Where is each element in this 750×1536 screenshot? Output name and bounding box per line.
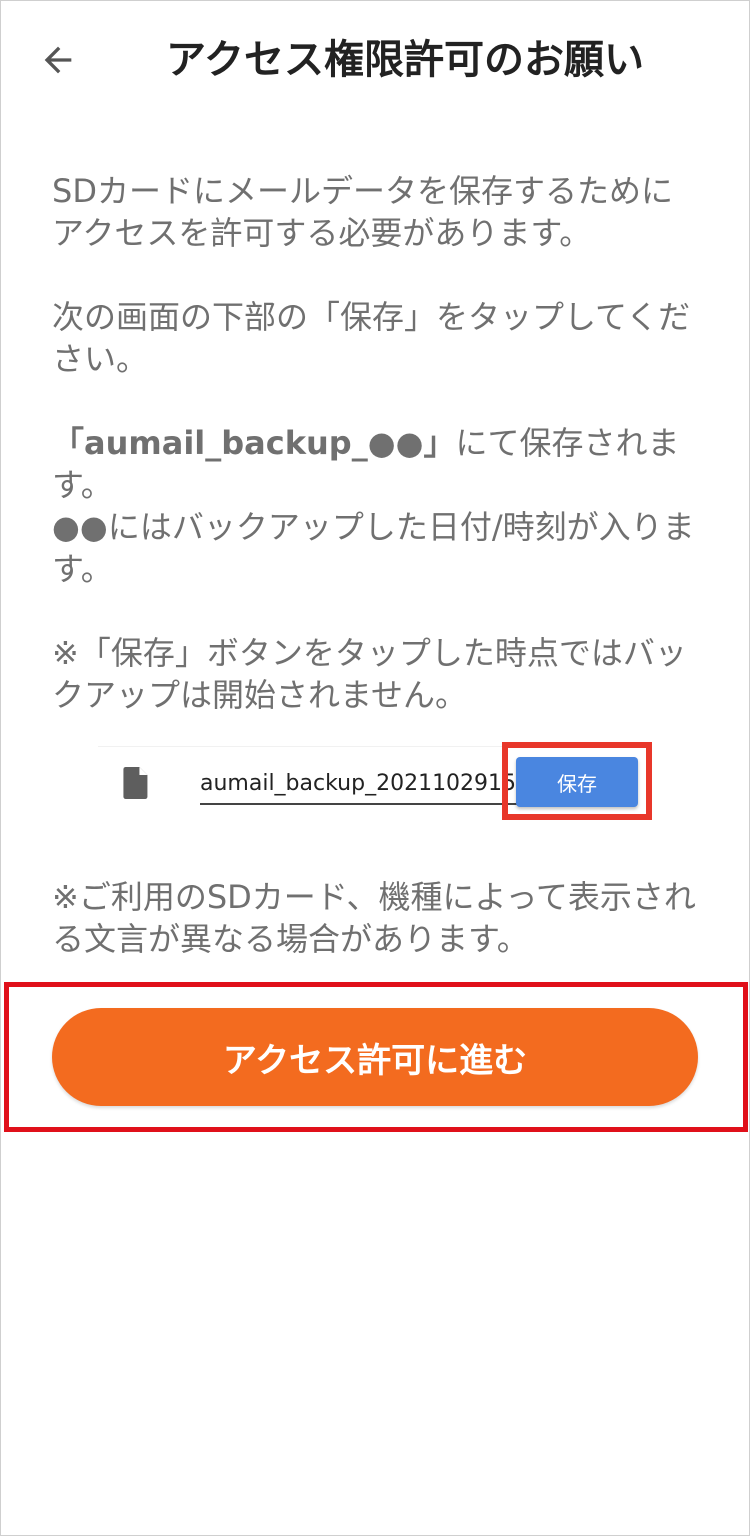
filename-pattern: 「aumail_backup_●●」 [52,424,456,462]
back-button[interactable] [34,36,82,84]
filename-field: aumail_backup_20211029155 [200,769,518,805]
filename-text: aumail_backup_20211029155 [200,771,518,796]
proceed-to-permission-button[interactable]: アクセス許可に進む [52,1008,698,1106]
filename-description: 「aumail_backup_●●」にて保存されます。 ●●にはバックアップした日… [52,422,702,590]
device-variation-note: ※ご利用のSDカード、機種によって表示される文言が異なる場合があります。 [52,878,696,958]
app-header: アクセス権限許可のお願い [0,0,750,120]
save-button[interactable]: 保存 [516,757,638,807]
explanation-text: SDカードにメールデータを保存するためにアクセスを許可する必要があります。 次の… [52,170,702,766]
save-instruction: 次の画面の下部の「保存」をタップしてください。 [52,298,691,378]
date-time-note: ●●にはバックアップした日付/時刻が入ります。 [52,508,695,588]
document-icon [123,767,148,799]
permission-description: SDカードにメールデータを保存するためにアクセスを許可する必要があります。 [52,172,673,252]
page-title: アクセス権限許可のお願い [166,37,644,83]
arrow-left-icon [44,46,72,74]
backup-start-note: ※「保存」ボタンをタップした時点ではバックアップは開始されません。 [52,634,687,714]
